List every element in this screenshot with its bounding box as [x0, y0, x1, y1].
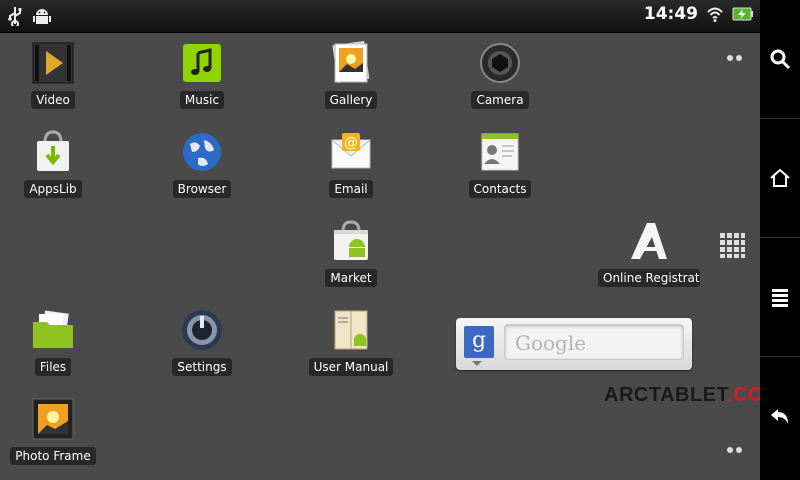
home-icon	[770, 168, 790, 187]
app-label: Settings	[172, 358, 232, 376]
app-label: User Manual	[308, 358, 394, 376]
user-manual-icon	[334, 310, 368, 350]
menu-icon	[772, 289, 788, 307]
app-label: Files	[34, 358, 72, 376]
appslib-icon	[37, 130, 69, 171]
market-icon	[334, 220, 368, 260]
svg-text:@: @	[344, 135, 358, 151]
status-clock: 14:49	[643, 4, 698, 24]
app-label: Gallery	[324, 91, 378, 109]
app-label: Email	[329, 180, 373, 198]
usb-icon	[8, 7, 22, 26]
page-indicator-top	[727, 55, 742, 61]
files-icon	[33, 310, 73, 348]
photo-frame-icon	[32, 398, 74, 440]
app-label: Contacts	[468, 180, 532, 198]
app-market[interactable]: Market	[291, 213, 411, 293]
battery-charging-icon	[732, 7, 753, 21]
app-email[interactable]: @ Email	[291, 124, 411, 204]
google-search-button[interactable]: g	[464, 326, 494, 358]
app-browser[interactable]: Browser	[142, 124, 262, 204]
android-debug-icon	[33, 9, 51, 24]
browser-icon	[183, 133, 221, 171]
google-search-widget[interactable]: g Google	[456, 318, 692, 370]
app-label: AppsLib	[24, 180, 82, 198]
app-label: Online Registrati	[598, 269, 700, 287]
app-files[interactable]: Files	[0, 302, 113, 382]
app-contacts[interactable]: Contacts	[440, 124, 560, 204]
google-search-input[interactable]: Google	[504, 324, 684, 360]
system-nav-bar	[760, 0, 800, 480]
search-source-dropdown-icon[interactable]	[472, 361, 482, 366]
watermark: ARCTABLET.COM	[604, 384, 782, 406]
camera-icon	[480, 43, 520, 83]
app-user-manual[interactable]: User Manual	[291, 302, 411, 382]
gallery-icon	[332, 40, 370, 84]
search-button[interactable]	[760, 0, 800, 119]
app-label: Market	[325, 269, 377, 287]
app-online-registration[interactable]: Online Registrati	[589, 213, 709, 293]
home-button[interactable]	[760, 119, 800, 238]
wifi-icon	[707, 7, 723, 22]
menu-button[interactable]	[760, 238, 800, 357]
back-icon	[771, 409, 788, 424]
settings-icon	[182, 310, 222, 350]
status-bar: 14:49	[0, 0, 760, 33]
app-music[interactable]: Music	[142, 35, 262, 115]
app-photo-frame[interactable]: Photo Frame	[0, 391, 113, 471]
app-camera[interactable]: Camera	[440, 35, 560, 115]
app-label: Music	[179, 91, 225, 109]
app-gallery[interactable]: Gallery	[291, 35, 411, 115]
music-icon	[183, 44, 221, 82]
all-apps-grid-icon[interactable]	[718, 231, 746, 259]
app-settings[interactable]: Settings	[142, 302, 262, 382]
back-button[interactable]	[760, 357, 800, 475]
contacts-icon	[481, 133, 519, 171]
page-indicator-bottom	[727, 447, 742, 453]
app-label: Camera	[471, 91, 529, 109]
app-video[interactable]: Video	[0, 35, 113, 115]
online-registration-icon	[631, 223, 667, 259]
app-label: Photo Frame	[10, 447, 96, 465]
search-icon	[770, 49, 791, 70]
app-appslib[interactable]: AppsLib	[0, 124, 113, 204]
app-label: Browser	[172, 180, 232, 198]
email-icon: @	[331, 133, 371, 169]
home-workspace: Video Music Gallery Camera AppsLib Brows…	[0, 33, 760, 480]
app-label: Video	[31, 91, 75, 109]
video-icon	[32, 42, 74, 84]
